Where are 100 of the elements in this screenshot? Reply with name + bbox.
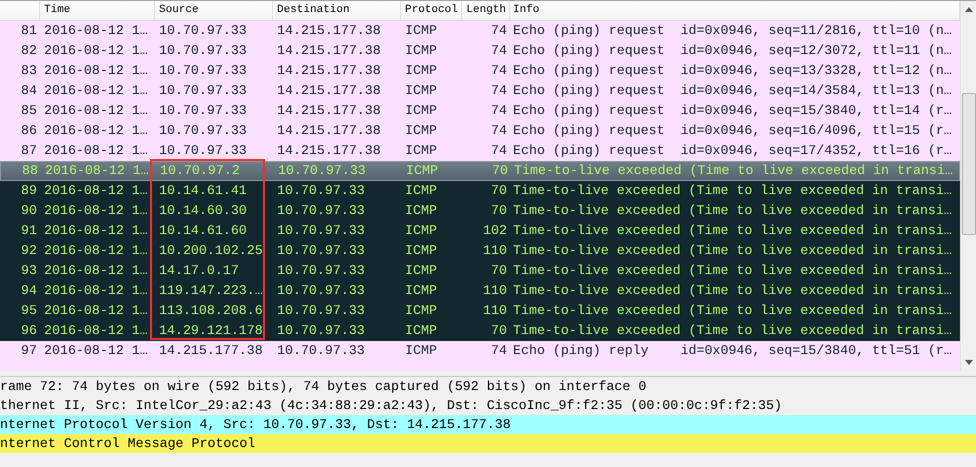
table-cell: ICMP bbox=[405, 283, 437, 298]
table-cell: ICMP bbox=[405, 23, 437, 38]
table-cell: Time-to-live exceeded (Time to live exceeded in transi… bbox=[513, 183, 952, 198]
packet-number: 86 bbox=[21, 123, 37, 138]
table-cell: 14.215.177.38 bbox=[277, 23, 381, 38]
table-cell: 70 bbox=[491, 323, 507, 338]
table-cell: Time-to-live exceeded (Time to live exceeded in transi… bbox=[513, 263, 952, 278]
table-cell: ICMP bbox=[405, 143, 437, 158]
table-cell: 102 bbox=[483, 223, 507, 238]
table-cell: ICMP bbox=[405, 263, 437, 278]
table-cell: Echo (ping) request id=0x0946, seq=11/2816, ttl=10 (n… bbox=[513, 23, 952, 38]
table-cell: 2016-08-12 1… bbox=[44, 263, 148, 278]
table-cell: 70 bbox=[491, 183, 507, 198]
table-cell: 74 bbox=[491, 63, 507, 78]
table-cell: 14.215.177.38 bbox=[277, 143, 381, 158]
table-cell: 2016-08-12 1… bbox=[44, 83, 148, 98]
table-cell: ICMP bbox=[406, 163, 438, 178]
table-cell: 10.70.97.33 bbox=[277, 203, 365, 218]
table-cell: 14.17.0.17 bbox=[159, 263, 239, 278]
scroll-down-icon[interactable] bbox=[964, 360, 972, 365]
table-cell: ICMP bbox=[405, 83, 437, 98]
packet-number: 81 bbox=[21, 23, 37, 38]
packet-row[interactable]: 81 2016-08-12 1… 10.70.97.33 14.215.177.38 ICMP 74 Echo (ping) request id=0x0946, seq=11/2816, ttl=10 (n… bbox=[0, 21, 960, 41]
packet-row[interactable]: 92 2016-08-12 1… 10.200.102.25 10.70.97.33 ICMP 110 Time-to-live exceeded (Time to live exceeded in transi… bbox=[0, 241, 960, 261]
packet-row[interactable]: 90 2016-08-12 1… 10.14.60.30 10.70.97.33 ICMP 70 Time-to-live exceeded (Time to live exceeded in transi… bbox=[0, 201, 960, 221]
table-cell: Time-to-live exceeded (Time to live exceeded in transi… bbox=[513, 203, 952, 218]
packet-row[interactable]: 94 2016-08-12 1… 119.147.223.… 10.70.97.33 ICMP 110 Time-to-live exceeded (Time to live exceeded in transi… bbox=[0, 281, 960, 301]
scrollbar-thumb[interactable] bbox=[962, 93, 976, 235]
packet-row[interactable]: 95 2016-08-12 1… 113.108.208.6 10.70.97.33 ICMP 110 Time-to-live exceeded (Time to live exceeded in transi… bbox=[0, 301, 960, 321]
table-cell: Echo (ping) request id=0x0946, seq=14/3584, ttl=13 (n… bbox=[513, 83, 952, 98]
table-cell: Echo (ping) request id=0x0946, seq=15/3840, ttl=14 (r… bbox=[513, 103, 952, 118]
table-cell: 14.215.177.38 bbox=[277, 123, 381, 138]
table-cell: Time-to-live exceeded (Time to live exceeded in transi… bbox=[513, 223, 952, 238]
table-cell: 2016-08-12 1… bbox=[44, 183, 148, 198]
packet-row[interactable]: 82 2016-08-12 1… 10.70.97.33 14.215.177.38 ICMP 74 Echo (ping) request id=0x0946, seq=12/3072, ttl=11 (n… bbox=[0, 41, 960, 61]
table-cell: 119.147.223.… bbox=[159, 283, 263, 298]
packet-number: 87 bbox=[21, 143, 37, 158]
table-cell: 74 bbox=[491, 43, 507, 58]
column-header[interactable]: Length bbox=[462, 1, 510, 20]
table-cell: 70 bbox=[491, 263, 507, 278]
table-cell: 74 bbox=[491, 143, 507, 158]
table-cell: 2016-08-12 1… bbox=[44, 63, 148, 78]
table-cell: 74 bbox=[491, 343, 507, 358]
table-cell: 10.70.97.33 bbox=[277, 223, 365, 238]
table-cell: 74 bbox=[491, 83, 507, 98]
packet-number: 90 bbox=[21, 203, 37, 218]
table-cell: ICMP bbox=[405, 303, 437, 318]
table-cell: Time-to-live exceeded (Time to live exceeded in transi… bbox=[513, 283, 952, 298]
table-cell: 2016-08-12 1… bbox=[45, 163, 149, 178]
column-header[interactable]: Destination bbox=[273, 1, 401, 20]
packet-row[interactable]: 93 2016-08-12 1… 14.17.0.17 10.70.97.33 ICMP 70 Time-to-live exceeded (Time to live exceeded in transi… bbox=[0, 261, 960, 281]
packet-number: 97 bbox=[21, 343, 37, 358]
table-cell: 110 bbox=[483, 303, 507, 318]
packet-row[interactable]: 85 2016-08-12 1… 10.70.97.33 14.215.177.38 ICMP 74 Echo (ping) request id=0x0946, seq=15/3840, ttl=14 (r… bbox=[0, 101, 960, 121]
table-cell: ICMP bbox=[405, 103, 437, 118]
table-cell: ICMP bbox=[405, 183, 437, 198]
table-cell: ICMP bbox=[405, 323, 437, 338]
packet-row[interactable]: 88 2016-08-12 1… 10.70.97.2 10.70.97.33 ICMP 70 Time-to-live exceeded (Time to live exceeded in transi… bbox=[0, 161, 960, 181]
packet-number: 83 bbox=[21, 63, 37, 78]
scrollbar[interactable] bbox=[960, 1, 976, 371]
table-cell: 2016-08-12 1… bbox=[44, 323, 148, 338]
packet-row[interactable]: 86 2016-08-12 1… 10.70.97.33 14.215.177.38 ICMP 74 Echo (ping) request id=0x0946, seq=16/4096, ttl=15 (r… bbox=[0, 121, 960, 141]
packet-number: 94 bbox=[21, 283, 37, 298]
table-cell: 2016-08-12 1… bbox=[44, 303, 148, 318]
packet-row[interactable]: 91 2016-08-12 1… 10.14.61.60 10.70.97.33 ICMP 102 Time-to-live exceeded (Time to live exceeded in transi… bbox=[0, 221, 960, 241]
packet-number: 93 bbox=[21, 263, 37, 278]
packet-number: 89 bbox=[21, 183, 37, 198]
table-cell: ICMP bbox=[405, 223, 437, 238]
packet-number: 82 bbox=[21, 43, 37, 58]
packet-row[interactable]: 83 2016-08-12 1… 10.70.97.33 14.215.177.38 ICMP 74 Echo (ping) request id=0x0946, seq=13/3328, ttl=12 (n… bbox=[0, 61, 960, 81]
column-header[interactable]: Protocol bbox=[401, 1, 462, 20]
packet-row[interactable]: 87 2016-08-12 1… 10.70.97.33 14.215.177.38 ICMP 74 Echo (ping) request id=0x0946, seq=17/4352, ttl=16 (r… bbox=[0, 141, 960, 161]
table-cell: 10.70.97.33 bbox=[277, 343, 365, 358]
table-cell: 10.70.97.33 bbox=[159, 63, 247, 78]
packet-number: 95 bbox=[21, 303, 37, 318]
table-cell: 14.215.177.38 bbox=[277, 83, 381, 98]
table-cell: 14.215.177.38 bbox=[277, 63, 381, 78]
table-cell: 10.70.97.33 bbox=[277, 283, 365, 298]
table-cell: 10.70.97.33 bbox=[159, 103, 247, 118]
packet-number: 85 bbox=[21, 103, 37, 118]
table-cell: Time-to-live exceeded (Time to live exceeded in transi… bbox=[514, 163, 953, 178]
column-header[interactable]: Time bbox=[40, 1, 155, 20]
table-cell: 2016-08-12 1… bbox=[44, 123, 148, 138]
packet-row[interactable]: 97 2016-08-12 1… 14.215.177.38 10.70.97.33 ICMP 74 Echo (ping) reply id=0x0946, seq=15/3840, ttl=51 (r… bbox=[0, 341, 960, 361]
table-cell: 10.70.97.33 bbox=[159, 123, 247, 138]
table-cell: 113.108.208.6 bbox=[159, 303, 263, 318]
table-cell: 2016-08-12 1… bbox=[44, 283, 148, 298]
column-header[interactable]: Source bbox=[155, 1, 273, 20]
table-cell: 10.70.97.33 bbox=[277, 243, 365, 258]
table-cell: 2016-08-12 1… bbox=[44, 243, 148, 258]
table-cell: Echo (ping) request id=0x0946, seq=13/3328, ttl=12 (n… bbox=[513, 63, 952, 78]
scroll-up-icon[interactable] bbox=[964, 7, 972, 12]
packet-row[interactable]: 84 2016-08-12 1… 10.70.97.33 14.215.177.38 ICMP 74 Echo (ping) request id=0x0946, seq=14/3584, ttl=13 (n… bbox=[0, 81, 960, 101]
table-cell: 10.14.61.60 bbox=[159, 223, 247, 238]
packet-row[interactable]: 96 2016-08-12 1… 14.29.121.178 10.70.97.33 ICMP 70 Time-to-live exceeded (Time to live exceeded in transi… bbox=[0, 321, 960, 341]
packet-row[interactable]: 89 2016-08-12 1… 10.14.61.41 10.70.97.33 ICMP 70 Time-to-live exceeded (Time to live exceeded in transi… bbox=[0, 181, 960, 201]
table-cell: 10.70.97.33 bbox=[278, 163, 366, 178]
table-cell: 10.70.97.33 bbox=[277, 263, 365, 278]
table-cell: 10.70.97.33 bbox=[159, 143, 247, 158]
table-cell: ICMP bbox=[405, 123, 437, 138]
